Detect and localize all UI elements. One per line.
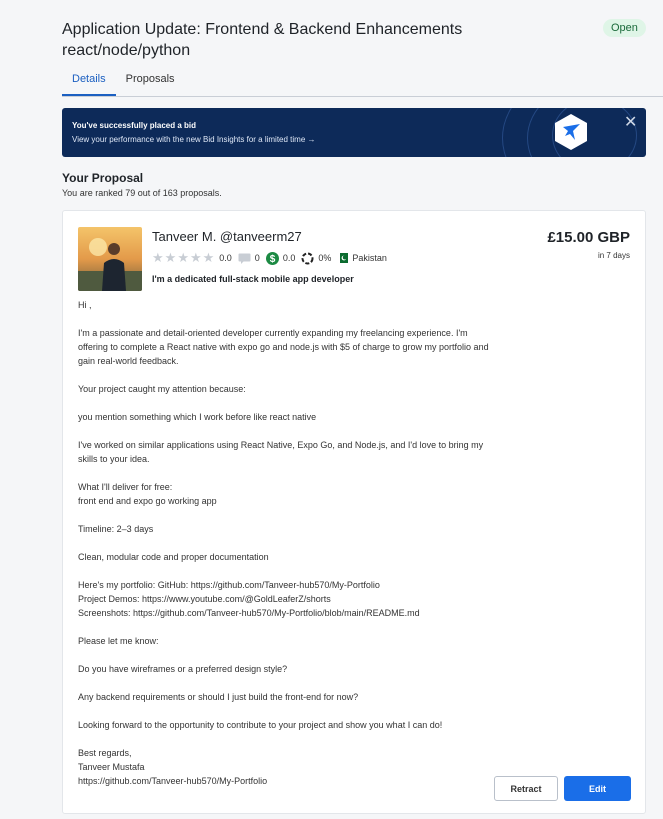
message-paragraph: Clean, modular code and proper documenta… [78, 552, 269, 562]
freelancer-stats: ★ ★ ★ ★ ★ 0.0 0 $ 0.0 0% Pakistan [152, 251, 387, 265]
completion-rate: 0% [318, 253, 332, 263]
bid-amount: £15.00 GBP [547, 229, 630, 246]
completion-icon [301, 252, 314, 264]
freelancer-headline: I'm a dedicated full-stack mobile app de… [152, 274, 354, 284]
reviews-icon [238, 253, 251, 264]
message-paragraph: What I'll deliver for free: front end an… [78, 482, 217, 506]
banner-link[interactable]: View your performance with the new Bid I… [72, 135, 316, 144]
message-paragraph: Here's my portfolio: GitHub: https://git… [78, 580, 420, 618]
project-title-line1: Application Update: Frontend & Backend E… [62, 21, 463, 38]
tab-bar: Details Proposals [62, 70, 663, 97]
message-paragraph: Please let me know: [78, 636, 159, 646]
edit-button[interactable]: Edit [564, 776, 631, 801]
rank-text: You are ranked 79 out of 163 proposals. [62, 188, 222, 198]
star-icon: ★ [152, 250, 164, 265]
earnings-icon: $ [265, 251, 279, 265]
tab-details[interactable]: Details [62, 70, 116, 96]
close-icon[interactable]: ✕ [624, 112, 637, 132]
message-paragraph: Hi , [78, 300, 92, 310]
freelancer-logo-icon [555, 114, 587, 150]
message-paragraph: I've worked on similar applications usin… [78, 440, 484, 464]
freelancer-name[interactable]: Tanveer M. @tanveerm27 [152, 229, 302, 244]
retract-button[interactable]: Retract [494, 776, 558, 801]
star-icon: ★ [202, 250, 215, 265]
proposal-message: Hi , I'm a passionate and detail-oriente… [78, 298, 498, 802]
tab-proposals[interactable]: Proposals [116, 70, 185, 96]
message-paragraph: you mention something which I work befor… [78, 412, 317, 422]
message-paragraph: Do you have wireframes or a preferred de… [78, 664, 288, 674]
avatar[interactable] [78, 227, 142, 291]
project-title-line2: react/node/python [62, 42, 191, 59]
country-name: Pakistan [352, 253, 387, 263]
earnings-value: 0.0 [282, 253, 296, 263]
message-paragraph: Best regards, Tanveer Mustafa https://gi… [78, 748, 268, 786]
reviews-count: 0 [254, 253, 260, 263]
project-title: Application Update: Frontend & Backend E… [62, 19, 562, 61]
section-title: Your Proposal [62, 171, 144, 185]
message-paragraph: Looking forward to the opportunity to co… [78, 720, 443, 730]
banner-headline: You've successfully placed a bid [72, 121, 197, 130]
message-paragraph: Timeline: 2–3 days [78, 524, 154, 534]
star-icon: ★ [189, 250, 202, 265]
pakistan-flag-icon [337, 253, 349, 263]
message-paragraph: Any backend requirements or should I jus… [78, 692, 359, 702]
delivery-time: in 7 days [597, 251, 630, 260]
star-icon: ★ [164, 250, 177, 265]
star-icon: ★ [177, 250, 189, 265]
message-paragraph: Your project caught my attention because… [78, 384, 246, 394]
status-badge: Open [603, 19, 646, 37]
page-header: Application Update: Frontend & Backend E… [62, 19, 562, 61]
svg-text:$: $ [270, 254, 276, 265]
rating-value: 0.0 [219, 253, 232, 263]
message-paragraph: I'm a passionate and detail-oriented dev… [78, 328, 489, 366]
